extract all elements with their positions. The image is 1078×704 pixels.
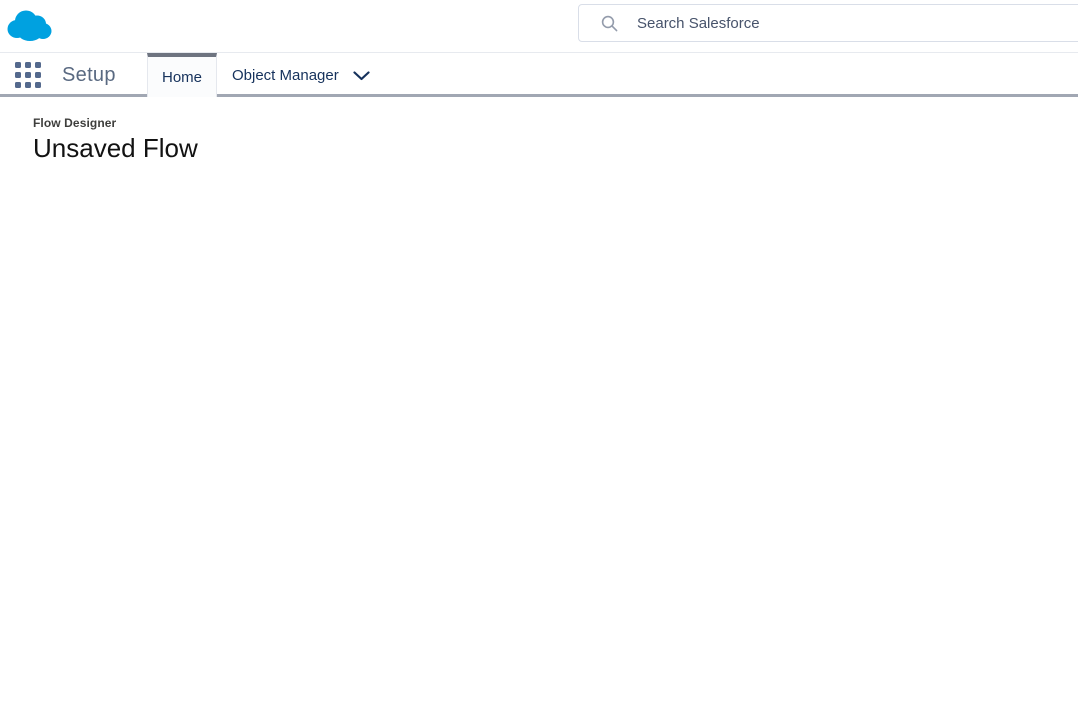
tab-home-label: Home [161,68,202,86]
global-search-box[interactable] [578,4,1078,42]
search-icon [601,15,618,31]
salesforce-logo-icon [7,10,52,41]
waffle-grid-icon [15,62,21,68]
setup-nav-bar: Setup Home Object Manager [0,53,1078,97]
tab-object-manager-label: Object Manager [232,66,339,84]
tab-home[interactable]: Home [147,53,217,97]
app-launcher-button[interactable] [15,62,41,88]
search-input[interactable] [637,14,1037,32]
page-title: Unsaved Flow [33,133,198,163]
page-eyebrow: Flow Designer [33,116,117,130]
tab-object-manager[interactable]: Object Manager [217,53,388,97]
chevron-down-icon [353,71,370,81]
setup-tabs: Home Object Manager [147,53,388,97]
main-content: Flow Designer Unsaved Flow [0,97,1078,164]
global-header [0,0,1078,53]
setup-app-title: Setup [62,63,116,86]
